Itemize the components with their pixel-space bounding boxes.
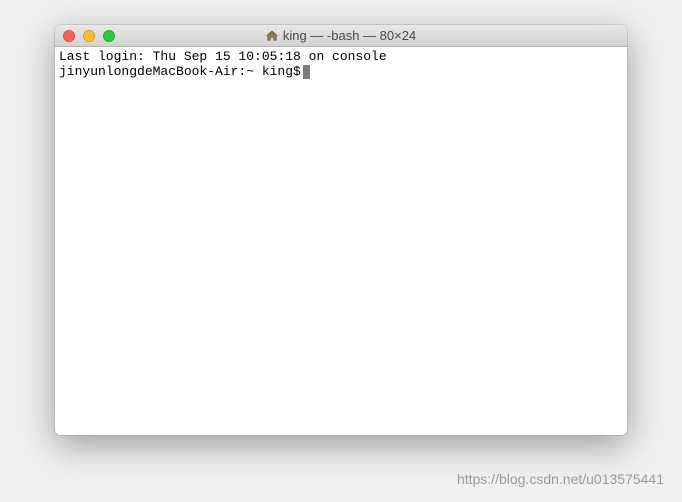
close-button[interactable] [63,30,75,42]
maximize-button[interactable] [103,30,115,42]
window-title: king — -bash — 80×24 [55,28,627,43]
cursor [303,65,310,79]
watermark-text: https://blog.csdn.net/u013575441 [457,471,664,487]
minimize-button[interactable] [83,30,95,42]
traffic-lights [55,30,115,42]
last-login-line: Last login: Thu Sep 15 10:05:18 on conso… [59,49,623,64]
terminal-content[interactable]: Last login: Thu Sep 15 10:05:18 on conso… [55,47,627,435]
window-titlebar[interactable]: king — -bash — 80×24 [55,25,627,47]
prompt-line: jinyunlongdeMacBook-Air:~ king$ [59,64,623,79]
terminal-window: king — -bash — 80×24 Last login: Thu Sep… [55,25,627,435]
home-icon [266,30,278,42]
window-title-text: king — -bash — 80×24 [283,28,416,43]
shell-prompt: jinyunlongdeMacBook-Air:~ king$ [59,64,301,79]
